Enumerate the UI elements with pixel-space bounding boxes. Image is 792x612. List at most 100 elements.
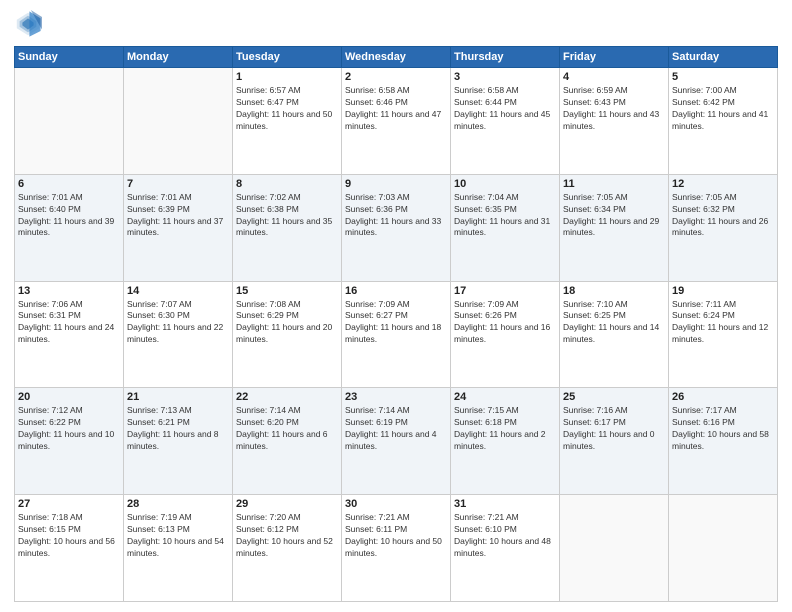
day-info: Sunrise: 7:01 AM Sunset: 6:40 PM Dayligh… [18, 192, 120, 240]
calendar-cell: 28 Sunrise: 7:19 AM Sunset: 6:13 PM Dayli… [124, 495, 233, 602]
calendar-week-row: 27 Sunrise: 7:18 AM Sunset: 6:15 PM Dayli… [15, 495, 778, 602]
calendar-cell [669, 495, 778, 602]
day-number: 28 [127, 498, 229, 510]
calendar-cell: 2 Sunrise: 6:58 AM Sunset: 6:46 PM Daylig… [342, 68, 451, 175]
day-number: 6 [18, 178, 120, 190]
calendar-table: SundayMondayTuesdayWednesdayThursdayFrid… [14, 46, 778, 602]
day-info: Sunrise: 7:20 AM Sunset: 6:12 PM Dayligh… [236, 512, 338, 560]
day-info: Sunrise: 7:12 AM Sunset: 6:22 PM Dayligh… [18, 405, 120, 453]
calendar-week-row: 6 Sunrise: 7:01 AM Sunset: 6:40 PM Daylig… [15, 174, 778, 281]
calendar-cell: 18 Sunrise: 7:10 AM Sunset: 6:25 PM Dayli… [560, 281, 669, 388]
logo-icon [14, 10, 42, 38]
calendar-cell: 12 Sunrise: 7:05 AM Sunset: 6:32 PM Dayli… [669, 174, 778, 281]
day-info: Sunrise: 7:06 AM Sunset: 6:31 PM Dayligh… [18, 299, 120, 347]
day-number: 26 [672, 391, 774, 403]
day-number: 11 [563, 178, 665, 190]
day-info: Sunrise: 7:08 AM Sunset: 6:29 PM Dayligh… [236, 299, 338, 347]
calendar-cell: 11 Sunrise: 7:05 AM Sunset: 6:34 PM Dayli… [560, 174, 669, 281]
calendar-cell: 29Sunrise: 7:20 AM Sunset: 6:12 PM Dayli… [233, 495, 342, 602]
day-info: Sunrise: 7:21 AM Sunset: 6:11 PM Dayligh… [345, 512, 447, 560]
day-number: 21 [127, 391, 229, 403]
calendar-cell: 1 Sunrise: 6:57 AM Sunset: 6:47 PM Daylig… [233, 68, 342, 175]
day-number: 7 [127, 178, 229, 190]
day-info: Sunrise: 7:09 AM Sunset: 6:26 PM Dayligh… [454, 299, 556, 347]
day-number: 31 [454, 498, 556, 510]
day-number: 12 [672, 178, 774, 190]
calendar-cell: 4Sunrise: 6:59 AM Sunset: 6:43 PM Daylig… [560, 68, 669, 175]
calendar-cell: 3 Sunrise: 6:58 AM Sunset: 6:44 PM Daylig… [451, 68, 560, 175]
calendar-cell: 14Sunrise: 7:07 AM Sunset: 6:30 PM Dayli… [124, 281, 233, 388]
calendar-cell: 6 Sunrise: 7:01 AM Sunset: 6:40 PM Daylig… [15, 174, 124, 281]
calendar-cell [124, 68, 233, 175]
day-info: Sunrise: 7:14 AM Sunset: 6:20 PM Dayligh… [236, 405, 338, 453]
header [14, 10, 778, 38]
calendar-cell: 24Sunrise: 7:15 AM Sunset: 6:18 PM Dayli… [451, 388, 560, 495]
calendar-cell: 19 Sunrise: 7:11 AM Sunset: 6:24 PM Dayli… [669, 281, 778, 388]
day-info: Sunrise: 6:58 AM Sunset: 6:44 PM Dayligh… [454, 85, 556, 133]
day-info: Sunrise: 7:03 AM Sunset: 6:36 PM Dayligh… [345, 192, 447, 240]
day-header-wednesday: Wednesday [342, 47, 451, 68]
page: SundayMondayTuesdayWednesdayThursdayFrid… [0, 0, 792, 612]
day-number: 13 [18, 285, 120, 297]
day-info: Sunrise: 7:02 AM Sunset: 6:38 PM Dayligh… [236, 192, 338, 240]
calendar-cell: 8 Sunrise: 7:02 AM Sunset: 6:38 PM Daylig… [233, 174, 342, 281]
day-number: 17 [454, 285, 556, 297]
day-header-tuesday: Tuesday [233, 47, 342, 68]
calendar-week-row: 13 Sunrise: 7:06 AM Sunset: 6:31 PM Dayli… [15, 281, 778, 388]
day-info: Sunrise: 7:07 AM Sunset: 6:30 PM Dayligh… [127, 299, 229, 347]
day-number: 24 [454, 391, 556, 403]
day-number: 23 [345, 391, 447, 403]
day-number: 16 [345, 285, 447, 297]
day-number: 9 [345, 178, 447, 190]
calendar-cell [15, 68, 124, 175]
calendar-cell: 15 Sunrise: 7:08 AM Sunset: 6:29 PM Dayli… [233, 281, 342, 388]
calendar-cell [560, 495, 669, 602]
calendar-cell: 10Sunrise: 7:04 AM Sunset: 6:35 PM Dayli… [451, 174, 560, 281]
calendar-week-row: 1 Sunrise: 6:57 AM Sunset: 6:47 PM Daylig… [15, 68, 778, 175]
calendar-cell: 7 Sunrise: 7:01 AM Sunset: 6:39 PM Daylig… [124, 174, 233, 281]
day-number: 19 [672, 285, 774, 297]
calendar-cell: 13 Sunrise: 7:06 AM Sunset: 6:31 PM Dayli… [15, 281, 124, 388]
day-header-thursday: Thursday [451, 47, 560, 68]
calendar-cell: 9 Sunrise: 7:03 AM Sunset: 6:36 PM Daylig… [342, 174, 451, 281]
day-number: 15 [236, 285, 338, 297]
day-info: Sunrise: 7:04 AM Sunset: 6:35 PM Dayligh… [454, 192, 556, 240]
day-info: Sunrise: 7:13 AM Sunset: 6:21 PM Dayligh… [127, 405, 229, 453]
day-header-monday: Monday [124, 47, 233, 68]
day-info: Sunrise: 7:21 AM Sunset: 6:10 PM Dayligh… [454, 512, 556, 560]
day-number: 2 [345, 71, 447, 83]
day-info: Sunrise: 7:01 AM Sunset: 6:39 PM Dayligh… [127, 192, 229, 240]
day-info: Sunrise: 7:05 AM Sunset: 6:32 PM Dayligh… [672, 192, 774, 240]
calendar-cell: 25 Sunrise: 7:16 AM Sunset: 6:17 PM Dayli… [560, 388, 669, 495]
calendar-cell: 17 Sunrise: 7:09 AM Sunset: 6:26 PM Dayli… [451, 281, 560, 388]
day-info: Sunrise: 7:09 AM Sunset: 6:27 PM Dayligh… [345, 299, 447, 347]
day-number: 25 [563, 391, 665, 403]
day-info: Sunrise: 6:57 AM Sunset: 6:47 PM Dayligh… [236, 85, 338, 133]
day-info: Sunrise: 7:16 AM Sunset: 6:17 PM Dayligh… [563, 405, 665, 453]
day-info: Sunrise: 6:58 AM Sunset: 6:46 PM Dayligh… [345, 85, 447, 133]
day-number: 5 [672, 71, 774, 83]
day-info: Sunrise: 7:11 AM Sunset: 6:24 PM Dayligh… [672, 299, 774, 347]
day-header-sunday: Sunday [15, 47, 124, 68]
day-info: Sunrise: 7:05 AM Sunset: 6:34 PM Dayligh… [563, 192, 665, 240]
day-number: 8 [236, 178, 338, 190]
logo [14, 10, 46, 38]
calendar-cell: 26Sunrise: 7:17 AM Sunset: 6:16 PM Dayli… [669, 388, 778, 495]
calendar-cell: 5 Sunrise: 7:00 AM Sunset: 6:42 PM Daylig… [669, 68, 778, 175]
calendar-cell: 23Sunrise: 7:14 AM Sunset: 6:19 PM Dayli… [342, 388, 451, 495]
day-number: 1 [236, 71, 338, 83]
calendar-header-row: SundayMondayTuesdayWednesdayThursdayFrid… [15, 47, 778, 68]
day-info: Sunrise: 7:00 AM Sunset: 6:42 PM Dayligh… [672, 85, 774, 133]
calendar-cell: 27 Sunrise: 7:18 AM Sunset: 6:15 PM Dayli… [15, 495, 124, 602]
day-number: 27 [18, 498, 120, 510]
calendar-week-row: 20Sunrise: 7:12 AM Sunset: 6:22 PM Dayli… [15, 388, 778, 495]
day-info: Sunrise: 7:18 AM Sunset: 6:15 PM Dayligh… [18, 512, 120, 560]
day-number: 3 [454, 71, 556, 83]
day-number: 18 [563, 285, 665, 297]
day-info: Sunrise: 7:10 AM Sunset: 6:25 PM Dayligh… [563, 299, 665, 347]
day-info: Sunrise: 7:19 AM Sunset: 6:13 PM Dayligh… [127, 512, 229, 560]
calendar-cell: 30Sunrise: 7:21 AM Sunset: 6:11 PM Dayli… [342, 495, 451, 602]
calendar-cell: 16 Sunrise: 7:09 AM Sunset: 6:27 PM Dayli… [342, 281, 451, 388]
day-number: 22 [236, 391, 338, 403]
day-info: Sunrise: 6:59 AM Sunset: 6:43 PM Dayligh… [563, 85, 665, 133]
